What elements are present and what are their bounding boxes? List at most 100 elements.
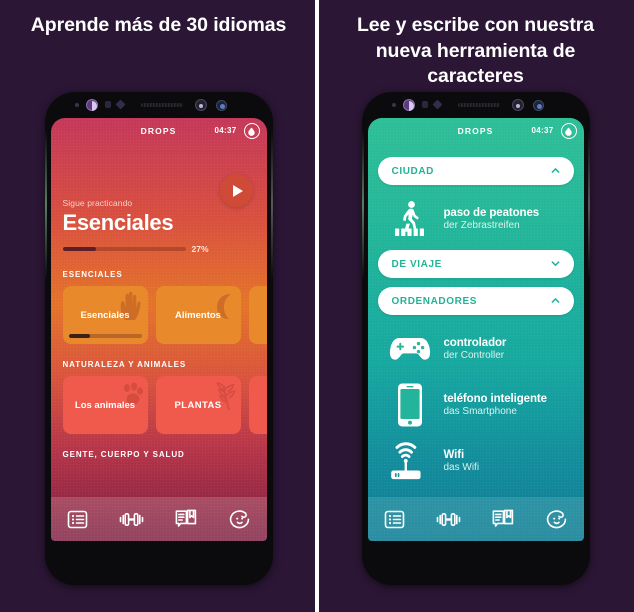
earpiece-speaker-icon: [140, 103, 183, 107]
dumbbell-icon[interactable]: [435, 505, 463, 533]
croissant-icon: [211, 290, 239, 327]
smartphone-icon: [388, 383, 432, 427]
vocabulary-item-text: Wifi das Wifi: [444, 449, 480, 473]
front-camera-icon: [194, 99, 207, 111]
vocabulary-item[interactable]: paso de peatones der Zebrastreifen: [378, 185, 574, 241]
phone-top-sensors: [45, 92, 273, 118]
iris-scanner-icon: [85, 99, 98, 111]
iris-scanner-icon: [402, 99, 415, 111]
panel-divider: [315, 0, 319, 612]
vocabulary-translation: der Controller: [443, 350, 505, 361]
category-tile[interactable]: W: [248, 376, 267, 434]
category-tile[interactable]: PLANTAS: [155, 376, 241, 434]
plant-icon: [209, 380, 239, 417]
hero-progress: 27%: [62, 244, 255, 254]
proximity-sensor-icon: [421, 101, 428, 108]
screenshot-root: Aprende más de 30 idiomas DROPS 04:37 Si…: [0, 0, 634, 612]
category-heading: NATURALEZA Y ANIMALES: [62, 360, 187, 369]
app-screen-right: DROPS 04:37 CIUDAD paso de peatones der …: [367, 118, 584, 541]
vocabulary-term: controlador: [443, 337, 507, 349]
list-icon[interactable]: [64, 505, 92, 533]
list-icon[interactable]: [381, 505, 409, 533]
drop-timer-icon[interactable]: [243, 123, 260, 139]
group-label: CIUDAD: [391, 165, 434, 177]
category-tile[interactable]: Alimentos: [155, 286, 241, 344]
hero-kicker: Sigue practicando: [62, 198, 133, 208]
group-header-ordenadores[interactable]: ORDENADORES: [377, 287, 574, 315]
vocabulary-term: paso de peatones: [443, 207, 540, 219]
light-sensor-icon: [115, 99, 125, 110]
current-course-hero: Sigue practicando Esenciales 27%: [51, 144, 267, 254]
panel-left-headline: Aprende más de 30 idiomas: [30, 14, 287, 36]
vocabulary-item[interactable]: teléfono inteligente das Smartphone: [378, 371, 574, 427]
panel-left: Aprende más de 30 idiomas DROPS 04:37 Si…: [0, 0, 317, 612]
category-section-naturaleza: NATURALEZA Y ANIMALES Los animales PLANT…: [51, 360, 267, 434]
dictionary-icon[interactable]: [489, 505, 517, 533]
category-tile-label: Esenciales: [80, 309, 130, 321]
app-status-bar: DROPS 04:37: [51, 118, 267, 144]
phone-chin: [44, 541, 273, 585]
phone-top-sensors: [362, 92, 590, 118]
category-tile-label: Los animales: [74, 399, 136, 411]
sensor-dot-icon: [391, 103, 396, 107]
app-brand-label: DROPS: [457, 126, 494, 136]
vocabulary-item-text: teléfono inteligente das Smartphone: [443, 393, 548, 417]
bottom-nav-left: [50, 497, 267, 541]
chevron-down-icon: [551, 259, 560, 268]
vocabulary-list: CIUDAD paso de peatones der Zebrastreife…: [368, 144, 584, 483]
profile-icon[interactable]: [543, 505, 571, 533]
bottom-nav-right: [367, 497, 584, 541]
dictionary-icon[interactable]: [172, 505, 200, 533]
app-brand-label: DROPS: [140, 126, 177, 136]
phone-mockup-right: DROPS 04:37 CIUDAD paso de peatones der …: [361, 92, 590, 585]
pedestrian-crossing-icon: [388, 197, 432, 241]
chevron-up-icon: [551, 166, 560, 175]
category-tile-label: PLANTAS: [174, 399, 222, 411]
vocabulary-term: Wifi: [443, 449, 465, 461]
status-time: 04:37: [531, 126, 554, 135]
category-section-gente: GENTE, CUERPO Y SALUD: [51, 450, 267, 459]
hero-progress-fill: [62, 247, 96, 251]
group-label: ORDENADORES: [391, 295, 477, 307]
vocabulary-term: teléfono inteligente: [443, 393, 548, 405]
category-tile-label: Alimentos: [175, 309, 221, 321]
category-tile[interactable]: Los animales: [62, 376, 148, 434]
phone-mockup-left: DROPS 04:37 Sigue practicando Esenciales…: [44, 92, 273, 585]
category-tile-row: Esenciales Alimentos: [62, 286, 267, 344]
phone-chin: [361, 541, 590, 585]
app-status-bar: DROPS 04:37: [368, 118, 584, 144]
phone-edge-highlight-left: [361, 130, 364, 280]
drop-timer-icon[interactable]: [560, 123, 577, 139]
phone-edge-highlight-left: [44, 130, 47, 280]
vocabulary-translation: der Zebrastreifen: [443, 220, 520, 231]
category-tile[interactable]: Esenciales: [62, 286, 148, 344]
front-camera-icon: [511, 99, 524, 111]
dumbbell-icon[interactable]: [118, 505, 146, 533]
vocabulary-item[interactable]: controlador der Controller: [378, 315, 574, 371]
vocabulary-translation: das Smartphone: [443, 406, 517, 417]
category-tile[interactable]: [248, 286, 267, 344]
category-tile-progress: [68, 334, 142, 338]
hero-course-title: Esenciales: [62, 210, 174, 235]
proximity-sensor-icon: [104, 101, 111, 108]
wifi-router-icon: [388, 439, 432, 483]
profile-icon[interactable]: [226, 505, 254, 533]
earpiece-speaker-icon: [457, 103, 500, 107]
chevron-up-icon: [551, 296, 560, 305]
light-sensor-icon: [432, 99, 442, 110]
led-indicator-icon: [532, 100, 544, 111]
status-time: 04:37: [214, 126, 237, 135]
category-heading: GENTE, CUERPO Y SALUD: [62, 450, 185, 459]
category-tile-row: Los animales PLANTAS W: [62, 376, 267, 434]
phone-edge-highlight-right: [270, 130, 273, 280]
vocabulary-item[interactable]: Wifi das Wifi: [378, 427, 574, 483]
hero-progress-label: 27%: [191, 244, 209, 254]
app-screen-left: DROPS 04:37 Sigue practicando Esenciales…: [50, 118, 267, 541]
sensor-dot-icon: [74, 103, 79, 107]
group-header-ciudad[interactable]: CIUDAD: [377, 157, 574, 185]
gamepad-icon: [388, 327, 432, 371]
group-header-de-viaje[interactable]: DE VIAJE: [377, 250, 574, 278]
panel-right-headline: Lee y escribe con nuestra nueva herramie…: [356, 14, 595, 88]
hero-progress-track: [62, 247, 186, 251]
panel-right: Lee y escribe con nuestra nueva herramie…: [317, 0, 634, 612]
